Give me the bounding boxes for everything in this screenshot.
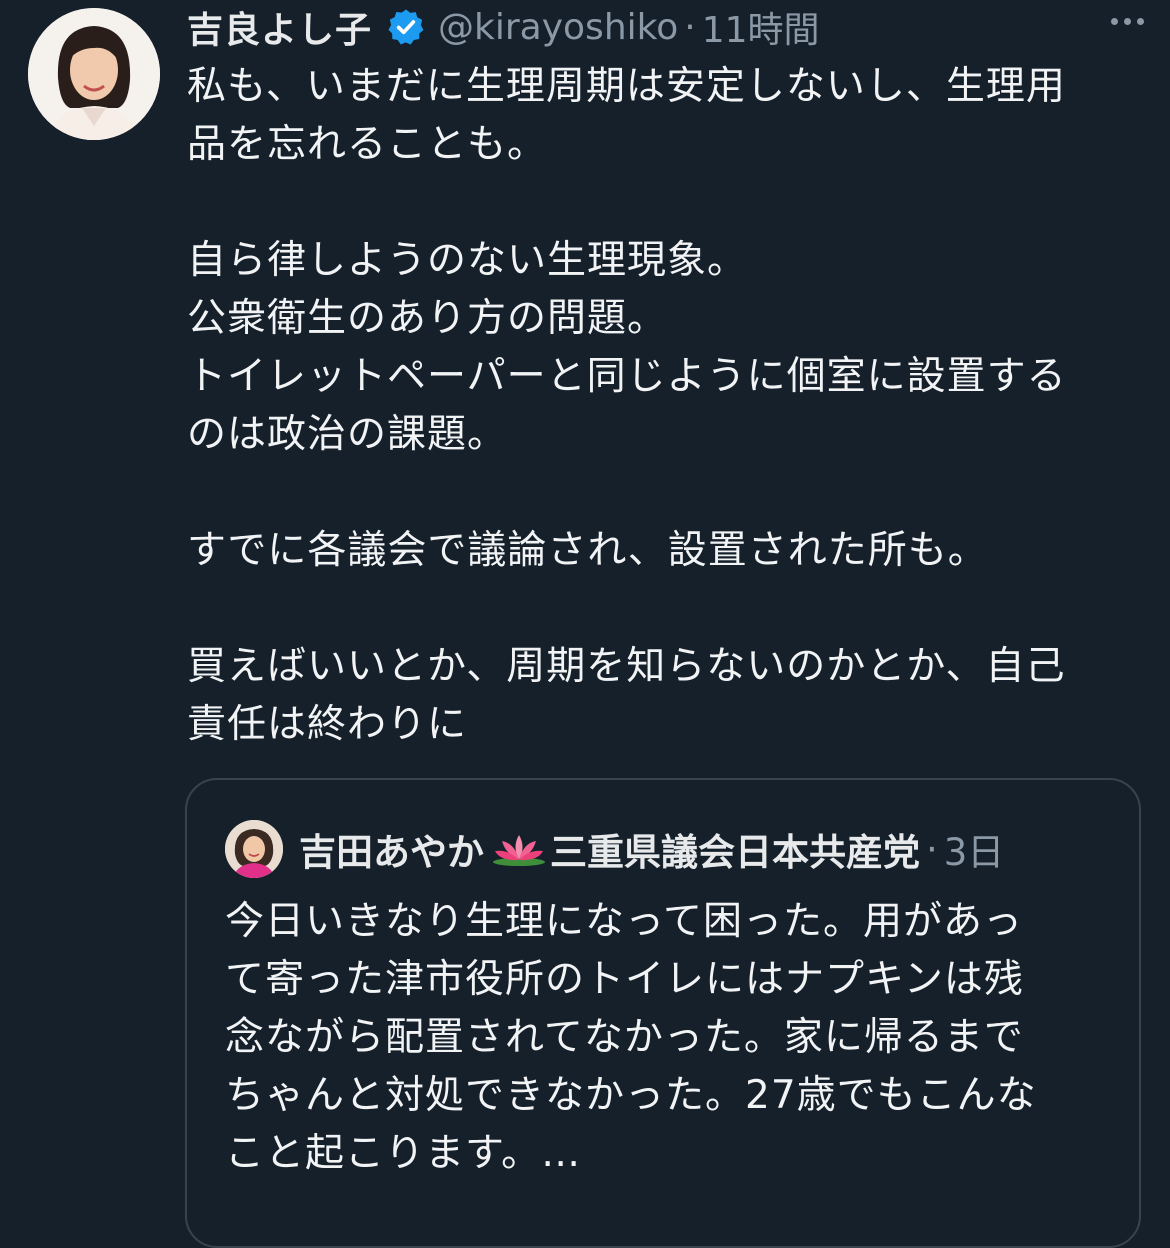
quoted-tweet-card[interactable]: 吉田あやか 三重県議会日本共産党 · 3日 今日いきなり生理になって困った。用が… [185,778,1141,1248]
tweet-paragraph: 私も、いまだに生理周期は安定しないし、生理用 品を忘れることも。 [187,64,1066,167]
author-display-name[interactable]: 吉良よし子 [187,1,372,53]
more-icon[interactable] [1111,18,1144,25]
tweet-header: 吉良よし子 @kirayoshiko · 11時間 [187,2,820,52]
verified-badge-icon [386,7,426,47]
tweet-timestamp[interactable]: 11時間 [702,1,820,53]
quoted-header-separator: · [926,827,938,871]
author-handle[interactable]: @kirayoshiko [438,7,678,48]
tweet-body: 私も、いまだに生理周期は安定しないし、生理用 品を忘れることも。 自ら律しようの… [187,58,1127,754]
tweet-paragraph: 買えばいいとか、周期を知らないのかとか、自己 責任は終わりに [187,644,1066,747]
quoted-tweet-timestamp: 3日 [943,831,1005,874]
tweet-paragraph: 自ら律しようのない生理現象。 公衆衛生のあり方の問題。 トイレットペーパーと同じ… [187,238,1067,457]
quoted-tweet-header: 吉田あやか 三重県議会日本共産党 · 3日 [225,818,1004,880]
quoted-author-avatar[interactable] [225,820,283,878]
tweet-paragraph: すでに各議会で議論され、設置された所も。 [187,528,988,573]
quoted-author-name[interactable]: 吉田あやか [299,822,484,876]
quoted-author-affiliation[interactable]: 三重県議会日本共産党 [550,822,920,876]
author-avatar[interactable] [28,8,160,140]
header-separator: · [684,6,696,48]
quoted-tweet-body: 今日いきなり生理になって困った。用があっ て寄った津市役所のトイレにはナプキンは… [225,899,1037,1176]
lotus-emoji-icon [490,831,548,867]
